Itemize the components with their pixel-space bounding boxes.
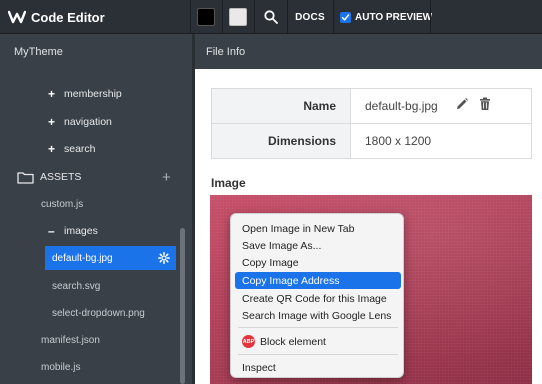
tree-file-mobile-js[interactable]: mobile.js bbox=[41, 355, 80, 379]
tree-item-label: membership bbox=[64, 88, 122, 100]
tree-folder-membership[interactable]: + membership bbox=[48, 82, 122, 106]
tree-folder-search[interactable]: + search bbox=[48, 137, 96, 161]
table-row: Dimensions 1800 x 1200 bbox=[211, 123, 532, 159]
tree-item-label: search.svg bbox=[52, 280, 101, 292]
top-toolbar: Code Editor DOCS AUTO PREVIEW bbox=[0, 0, 542, 34]
sidebar-scrollbar[interactable] bbox=[180, 228, 185, 384]
toolbar-divider bbox=[190, 0, 191, 34]
tree-item-label: custom.js bbox=[41, 198, 84, 210]
edit-icon[interactable] bbox=[455, 97, 469, 114]
menu-item-create-qr[interactable]: Create QR Code for this Image bbox=[235, 290, 401, 307]
menu-item-label: Block element bbox=[260, 335, 326, 348]
menu-separator bbox=[238, 327, 398, 328]
minus-icon: – bbox=[48, 224, 55, 238]
tree-item-label: default-bg.jpg bbox=[52, 252, 113, 264]
tree-folder-images[interactable]: – images bbox=[48, 219, 98, 243]
tree-file-custom-js[interactable]: custom.js bbox=[41, 192, 83, 216]
toolbar-divider bbox=[333, 0, 334, 34]
menu-item-open-new-tab[interactable]: Open Image in New Tab bbox=[235, 220, 401, 237]
gear-icon[interactable] bbox=[158, 252, 170, 267]
tree-item-label: images bbox=[64, 225, 98, 237]
tree-item-label: search bbox=[64, 143, 96, 155]
color-swatch-light[interactable] bbox=[229, 8, 247, 26]
tree-item-label: select-dropdown.png bbox=[52, 307, 145, 319]
theme-name: MyTheme bbox=[14, 45, 63, 58]
name-key: Name bbox=[211, 88, 351, 124]
panel-title: File Info bbox=[206, 45, 246, 58]
plus-icon: + bbox=[48, 115, 56, 129]
app-title: Code Editor bbox=[31, 9, 105, 25]
tree-item-label: mobile.js bbox=[41, 361, 81, 373]
panel-divider bbox=[192, 34, 195, 69]
app-brand[interactable]: Code Editor bbox=[8, 0, 105, 34]
file-name-value: default-bg.jpg bbox=[365, 99, 438, 113]
docs-button[interactable]: DOCS bbox=[290, 0, 330, 34]
auto-preview-label: AUTO PREVIEW bbox=[355, 11, 433, 23]
dimensions-key: Dimensions bbox=[211, 123, 351, 159]
tree-folder-navigation[interactable]: + navigation bbox=[48, 110, 112, 134]
checkbox-icon[interactable] bbox=[340, 11, 351, 23]
menu-item-inspect[interactable]: Inspect bbox=[235, 359, 401, 376]
file-actions bbox=[455, 97, 491, 114]
toolbar-divider bbox=[287, 0, 288, 34]
toolbar-divider bbox=[222, 0, 223, 34]
panel-header: MyTheme File Info bbox=[0, 34, 542, 69]
image-section-label: Image bbox=[211, 176, 246, 190]
plus-icon: + bbox=[48, 142, 56, 156]
plus-icon: + bbox=[162, 169, 171, 186]
tree-section-assets[interactable]: ASSETS bbox=[17, 165, 81, 189]
logo-icon bbox=[8, 9, 26, 25]
toolbar-divider bbox=[430, 0, 431, 34]
tree-file-select-dropdown[interactable]: select-dropdown.png bbox=[52, 301, 145, 325]
menu-item-google-lens[interactable]: Search Image with Google Lens bbox=[235, 307, 401, 324]
menu-item-copy-image-address[interactable]: Copy Image Address bbox=[235, 272, 401, 289]
menu-item-copy-image[interactable]: Copy Image bbox=[235, 254, 401, 271]
toolbar-divider bbox=[254, 0, 255, 34]
plus-icon: + bbox=[48, 87, 56, 101]
folder-icon bbox=[17, 171, 34, 184]
name-value-cell: default-bg.jpg bbox=[350, 88, 532, 124]
tree-file-search-svg[interactable]: search.svg bbox=[52, 274, 100, 298]
search-button[interactable] bbox=[262, 8, 280, 26]
tree-item-label: ASSETS bbox=[40, 171, 82, 183]
dimensions-value: 1800 x 1200 bbox=[350, 123, 532, 159]
table-row: Name default-bg.jpg bbox=[211, 88, 532, 124]
tree-file-manifest[interactable]: manifest.json bbox=[41, 328, 100, 352]
add-asset-button[interactable]: + bbox=[162, 169, 171, 186]
color-swatch-black[interactable] bbox=[197, 8, 215, 26]
context-menu: Open Image in New Tab Save Image As... C… bbox=[230, 213, 404, 378]
auto-preview-toggle[interactable]: AUTO PREVIEW bbox=[340, 0, 432, 34]
menu-item-block-element[interactable]: ABP Block element bbox=[235, 333, 401, 350]
trash-icon[interactable] bbox=[479, 97, 491, 114]
menu-separator bbox=[238, 354, 398, 355]
tree-item-label: navigation bbox=[64, 116, 112, 128]
tree-file-default-bg[interactable]: default-bg.jpg bbox=[45, 246, 176, 270]
search-icon bbox=[264, 10, 278, 24]
menu-item-save-image[interactable]: Save Image As... bbox=[235, 237, 401, 254]
file-info-table: Name default-bg.jpg Dimensions 1800 x 12… bbox=[211, 88, 532, 159]
tree-item-label: manifest.json bbox=[41, 334, 100, 346]
abp-icon: ABP bbox=[242, 335, 255, 348]
